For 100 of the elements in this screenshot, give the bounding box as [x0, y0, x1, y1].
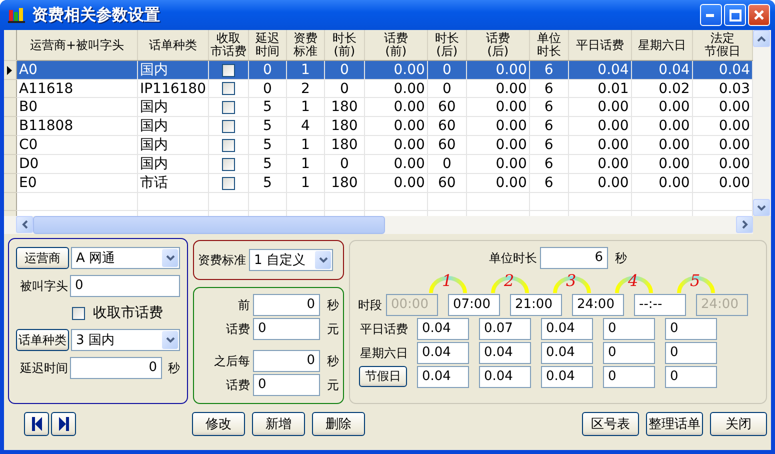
- bill-type-button[interactable]: 话单种类: [16, 329, 69, 351]
- input-field[interactable]: 0: [70, 275, 180, 297]
- column-header[interactable]: 时长: [324, 32, 364, 45]
- table-cell: 0.00: [631, 98, 692, 116]
- scroll-left-button[interactable]: [16, 216, 33, 233]
- horizontal-scrollbar[interactable]: [4, 216, 753, 234]
- rate-field[interactable]: 0.04: [541, 342, 593, 364]
- field-label: 单位时长: [489, 250, 537, 266]
- rate-field[interactable]: 0: [603, 318, 655, 340]
- rate-field[interactable]: 0.04: [417, 366, 469, 388]
- rate-field[interactable]: 0.04: [417, 318, 469, 340]
- checkbox[interactable]: [222, 100, 235, 114]
- table-cell: 0.00: [466, 60, 530, 80]
- table-cell: 0: [427, 60, 466, 80]
- arc-icon: [490, 275, 530, 293]
- input-field[interactable]: 6: [540, 247, 608, 269]
- dropdown[interactable]: 3 国内: [71, 329, 180, 351]
- column-header[interactable]: 时间: [248, 45, 286, 58]
- input-field[interactable]: 0: [253, 350, 320, 372]
- last-record-button[interactable]: [51, 412, 76, 436]
- table-cell: 0: [324, 154, 364, 174]
- time-field[interactable]: 24:00: [572, 294, 624, 316]
- row-header[interactable]: [4, 60, 16, 80]
- column-header[interactable]: (前): [324, 45, 364, 58]
- scroll-thumb[interactable]: [33, 216, 385, 234]
- first-record-button[interactable]: [24, 412, 49, 436]
- time-field[interactable]: 07:00: [448, 294, 500, 316]
- checkbox[interactable]: [222, 64, 235, 77]
- rate-field[interactable]: 0.04: [541, 366, 593, 388]
- checkbox[interactable]: [222, 120, 235, 133]
- rate-field[interactable]: 0: [665, 342, 717, 364]
- scroll-up-button[interactable]: [753, 30, 770, 47]
- rate-field[interactable]: 0.04: [479, 366, 531, 388]
- minimize-button[interactable]: [700, 4, 722, 26]
- period-number: 4: [628, 272, 638, 290]
- table-cell: 2: [286, 80, 324, 98]
- rate-field[interactable]: 0.04: [417, 342, 469, 364]
- table-cell: B0: [16, 98, 138, 116]
- table-cell: 0.00: [364, 154, 428, 174]
- checkbox[interactable]: [222, 176, 235, 190]
- scroll-down-button[interactable]: [753, 199, 770, 216]
- column-header[interactable]: 市话费: [208, 45, 248, 58]
- table-cell: 5: [248, 116, 286, 136]
- rate-field[interactable]: 0: [603, 366, 655, 388]
- rate-field[interactable]: 0.04: [541, 318, 593, 340]
- column-header[interactable]: 话费: [364, 32, 427, 45]
- table-cell: 国内: [137, 154, 208, 174]
- column-header[interactable]: 节假日: [692, 45, 752, 58]
- table-cell: 0.00: [568, 116, 632, 136]
- period-number: 2: [504, 272, 514, 290]
- table-cell: 0.04: [631, 60, 692, 80]
- dropdown[interactable]: A 网通: [71, 247, 180, 269]
- column-header[interactable]: 延迟: [248, 32, 286, 45]
- rate-field[interactable]: 0.04: [479, 342, 531, 364]
- column-header[interactable]: 标准: [286, 45, 324, 58]
- holiday-button[interactable]: 节假日: [359, 366, 407, 387]
- input-field[interactable]: 0: [253, 294, 320, 316]
- action-button[interactable]: 新增: [252, 412, 305, 436]
- input-field[interactable]: 0: [253, 318, 320, 340]
- dropdown[interactable]: 1 自定义: [249, 249, 333, 271]
- table-cell: 0.01: [568, 80, 632, 98]
- column-header[interactable]: (后): [428, 45, 466, 58]
- action-button[interactable]: 区号表: [582, 412, 639, 436]
- table-cell: 60: [427, 174, 466, 192]
- column-header[interactable]: 资费: [286, 32, 324, 45]
- time-field[interactable]: --:--: [634, 294, 686, 316]
- action-button[interactable]: 整理话单: [646, 412, 703, 436]
- action-button[interactable]: 修改: [192, 412, 245, 436]
- scroll-right-button[interactable]: [736, 216, 753, 233]
- checkbox[interactable]: [222, 138, 235, 152]
- column-header[interactable]: (后): [466, 45, 529, 58]
- rate-field[interactable]: 0: [603, 342, 655, 364]
- maximize-icon: [728, 8, 742, 22]
- close-button[interactable]: [748, 4, 770, 26]
- column-header[interactable]: 单位: [530, 32, 568, 45]
- column-header[interactable]: 法定: [692, 32, 752, 45]
- checkbox[interactable]: [222, 82, 235, 96]
- table-cell: 0.00: [568, 98, 632, 116]
- column-header[interactable]: 收取: [208, 32, 248, 45]
- table-cell: 1: [286, 154, 324, 174]
- input-field[interactable]: 0: [253, 374, 320, 396]
- checkbox[interactable]: [222, 158, 235, 171]
- checkbox[interactable]: [72, 306, 85, 320]
- time-field[interactable]: 21:00: [510, 294, 562, 316]
- action-button[interactable]: 关闭: [710, 412, 767, 436]
- table-cell: 0.00: [631, 116, 692, 136]
- action-button[interactable]: 删除: [312, 412, 365, 436]
- input-field[interactable]: 0: [70, 357, 162, 379]
- table-cell: 0.00: [466, 98, 530, 116]
- rate-field[interactable]: 0.07: [479, 318, 531, 340]
- table-cell: 0.00: [568, 174, 632, 192]
- column-header[interactable]: (前): [364, 45, 427, 58]
- maximize-button[interactable]: [724, 4, 746, 26]
- column-header[interactable]: 时长: [530, 45, 568, 58]
- rate-field[interactable]: 0: [665, 366, 717, 388]
- rate-field[interactable]: 0: [665, 318, 717, 340]
- carrier-button[interactable]: 运营商: [16, 247, 69, 269]
- vertical-scrollbar[interactable]: [753, 30, 771, 216]
- column-header[interactable]: 时长: [428, 32, 466, 45]
- column-header[interactable]: 话费: [466, 32, 529, 45]
